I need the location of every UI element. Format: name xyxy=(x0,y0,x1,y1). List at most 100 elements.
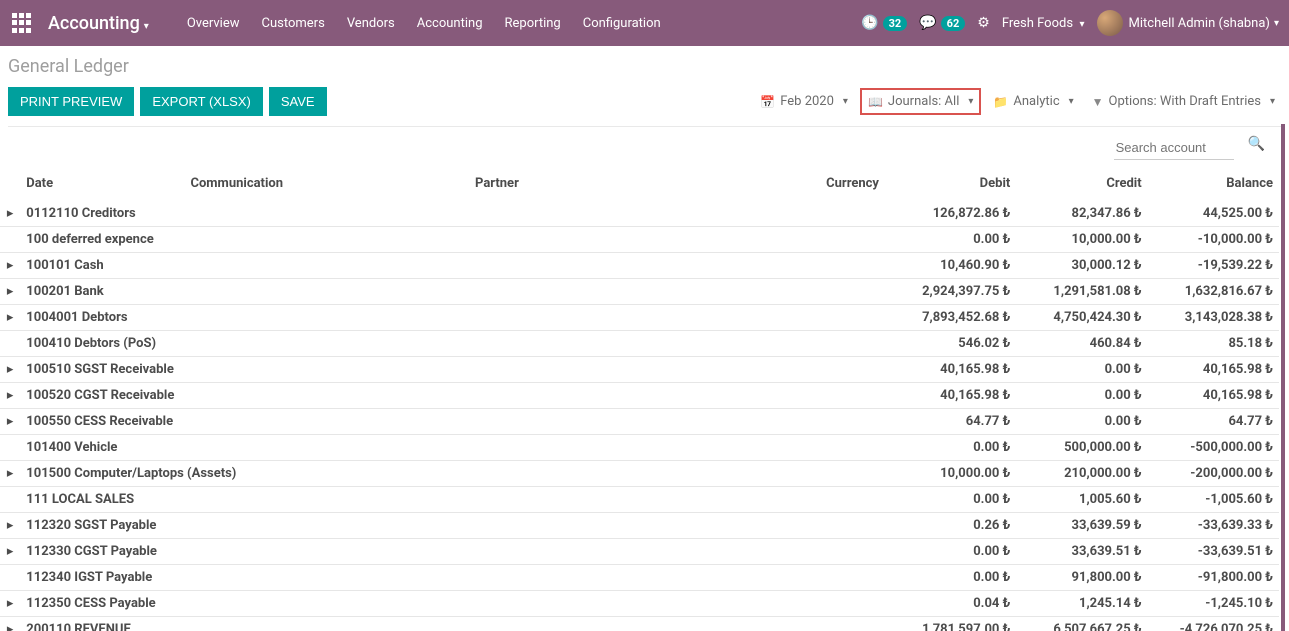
account-name: 112330 CGST Payable xyxy=(20,539,885,565)
expand-toggle[interactable]: ▸ xyxy=(0,617,20,631)
debug-icon[interactable]: ⚙ xyxy=(977,15,990,31)
account-name: 100510 SGST Receivable xyxy=(20,357,885,383)
filter-date[interactable]: 📅 Feb 2020 ▾ xyxy=(754,90,854,113)
page-title: General Ledger xyxy=(8,56,1281,83)
search-row: 🔍 xyxy=(0,124,1279,166)
cell-credit: 460.84 ₺ xyxy=(1016,331,1147,357)
table-row[interactable]: ▸100510 SGST Receivable40,165.98 ₺0.00 ₺… xyxy=(0,357,1279,383)
save-button[interactable]: SAVE xyxy=(269,87,327,116)
activity-button[interactable]: 🕒 32 xyxy=(861,15,907,31)
nav-reporting[interactable]: Reporting xyxy=(495,10,571,37)
export-xlsx-button[interactable]: EXPORT (XLSX) xyxy=(140,87,263,116)
account-name: 100201 Bank xyxy=(20,279,885,305)
search-icon[interactable]: 🔍 xyxy=(1248,136,1265,160)
print-preview-button[interactable]: PRINT PREVIEW xyxy=(8,87,134,116)
table-row[interactable]: ▸100520 CGST Receivable40,165.98 ₺0.00 ₺… xyxy=(0,383,1279,409)
filter-analytic[interactable]: 📁 Analytic ▾ xyxy=(987,90,1079,113)
cell-credit: 0.00 ₺ xyxy=(1016,383,1147,409)
cell-debit: 0.00 ₺ xyxy=(885,227,1016,253)
table-row[interactable]: ▸112350 CESS Payable0.04 ₺1,245.14 ₺-1,2… xyxy=(0,591,1279,617)
expand-toggle xyxy=(0,331,20,357)
table-row[interactable]: ▸0112110 Creditors126,872.86 ₺82,347.86 … xyxy=(0,201,1279,227)
caret-down-icon: ▾ xyxy=(1069,96,1074,107)
user-menu[interactable]: Mitchell Admin (shabna) ▾ xyxy=(1097,10,1279,36)
filter-options[interactable]: ▼ Options: With Draft Entries ▾ xyxy=(1086,90,1281,113)
nav-accounting[interactable]: Accounting xyxy=(407,10,493,37)
ledger-table: Date Communication Partner Currency Debi… xyxy=(0,166,1279,631)
cell-credit: 210,000.00 ₺ xyxy=(1016,461,1147,487)
apps-icon[interactable] xyxy=(10,11,34,35)
company-switcher[interactable]: Fresh Foods ▾ xyxy=(1002,16,1085,31)
filter-journals[interactable]: 📖 Journals: All ▾ xyxy=(860,88,981,115)
nav-overview[interactable]: Overview xyxy=(177,10,250,37)
expand-toggle[interactable]: ▸ xyxy=(0,539,20,565)
filter-icon: ▼ xyxy=(1092,95,1104,109)
caret-down-icon: ▾ xyxy=(1270,96,1275,107)
expand-toggle[interactable]: ▸ xyxy=(0,305,20,331)
table-row[interactable]: ▸200110 REVENUE1,781,597.00 ₺6,507,667.2… xyxy=(0,617,1279,631)
cell-debit: 2,924,397.75 ₺ xyxy=(885,279,1016,305)
cell-debit: 40,165.98 ₺ xyxy=(885,357,1016,383)
table-row[interactable]: ▸101500 Computer/Laptops (Assets)10,000.… xyxy=(0,461,1279,487)
cell-credit: 0.00 ₺ xyxy=(1016,409,1147,435)
expand-toggle[interactable]: ▸ xyxy=(0,513,20,539)
cell-credit: 6,507,667.25 ₺ xyxy=(1016,617,1147,631)
expand-toggle[interactable]: ▸ xyxy=(0,591,20,617)
app-title[interactable]: Accounting▾ xyxy=(48,13,157,34)
expand-toggle[interactable]: ▸ xyxy=(0,279,20,305)
col-partner: Partner xyxy=(469,166,754,201)
expand-toggle[interactable]: ▸ xyxy=(0,461,20,487)
table-row[interactable]: ▸100201 Bank2,924,397.75 ₺1,291,581.08 ₺… xyxy=(0,279,1279,305)
expand-toggle xyxy=(0,565,20,591)
table-row[interactable]: ▸100101 Cash10,460.90 ₺30,000.12 ₺-19,53… xyxy=(0,253,1279,279)
content[interactable]: 🔍 Date Communication Partner Currency De… xyxy=(0,124,1285,631)
cell-debit: 10,000.00 ₺ xyxy=(885,461,1016,487)
filters: 📅 Feb 2020 ▾ 📖 Journals: All ▾ 📁 Analyti… xyxy=(754,88,1281,115)
account-name: 112320 SGST Payable xyxy=(20,513,885,539)
expand-toggle[interactable]: ▸ xyxy=(0,409,20,435)
account-name: 100410 Debtors (PoS) xyxy=(20,331,885,357)
cell-balance: 40,165.98 ₺ xyxy=(1148,357,1279,383)
expand-toggle xyxy=(0,435,20,461)
cell-credit: 33,639.59 ₺ xyxy=(1016,513,1147,539)
cell-credit: 30,000.12 ₺ xyxy=(1016,253,1147,279)
account-name: 100 deferred expence xyxy=(20,227,885,253)
nav-configuration[interactable]: Configuration xyxy=(573,10,671,37)
col-credit: Credit xyxy=(1016,166,1147,201)
cell-credit: 4,750,424.30 ₺ xyxy=(1016,305,1147,331)
cell-balance: -200,000.00 ₺ xyxy=(1148,461,1279,487)
nav-vendors[interactable]: Vendors xyxy=(337,10,405,37)
table-row[interactable]: ▸1004001 Debtors7,893,452.68 ₺4,750,424.… xyxy=(0,305,1279,331)
table-row[interactable]: ▸112330 CGST Payable0.00 ₺33,639.51 ₺-33… xyxy=(0,539,1279,565)
cell-debit: 0.26 ₺ xyxy=(885,513,1016,539)
cell-debit: 7,893,452.68 ₺ xyxy=(885,305,1016,331)
messages-badge: 62 xyxy=(941,16,966,31)
table-row[interactable]: 112340 IGST Payable0.00 ₺91,800.00 ₺-91,… xyxy=(0,565,1279,591)
table-row[interactable]: 100410 Debtors (PoS)546.02 ₺460.84 ₺85.1… xyxy=(0,331,1279,357)
toolbar: PRINT PREVIEW EXPORT (XLSX) SAVE 📅 Feb 2… xyxy=(8,83,1281,127)
table-row[interactable]: ▸100550 CESS Receivable64.77 ₺0.00 ₺64.7… xyxy=(0,409,1279,435)
account-name: 111 LOCAL SALES xyxy=(20,487,885,513)
expand-toggle[interactable]: ▸ xyxy=(0,357,20,383)
expand-toggle[interactable]: ▸ xyxy=(0,253,20,279)
account-name: 112350 CESS Payable xyxy=(20,591,885,617)
cell-debit: 0.00 ₺ xyxy=(885,435,1016,461)
table-row[interactable]: 111 LOCAL SALES0.00 ₺1,005.60 ₺-1,005.60… xyxy=(0,487,1279,513)
col-balance: Balance xyxy=(1148,166,1279,201)
expand-toggle[interactable]: ▸ xyxy=(0,201,20,227)
cell-debit: 40,165.98 ₺ xyxy=(885,383,1016,409)
cell-debit: 0.00 ₺ xyxy=(885,565,1016,591)
cell-balance: -19,539.22 ₺ xyxy=(1148,253,1279,279)
cell-credit: 91,800.00 ₺ xyxy=(1016,565,1147,591)
nav-customers[interactable]: Customers xyxy=(252,10,335,37)
col-debit: Debit xyxy=(885,166,1016,201)
table-row[interactable]: 101400 Vehicle0.00 ₺500,000.00 ₺-500,000… xyxy=(0,435,1279,461)
nav-right: 🕒 32 💬 62 ⚙ Fresh Foods ▾ Mitchell Admin… xyxy=(861,10,1279,36)
expand-toggle[interactable]: ▸ xyxy=(0,383,20,409)
table-row[interactable]: ▸112320 SGST Payable0.26 ₺33,639.59 ₺-33… xyxy=(0,513,1279,539)
search-input[interactable] xyxy=(1114,136,1234,160)
account-name: 101400 Vehicle xyxy=(20,435,885,461)
table-row[interactable]: 100 deferred expence0.00 ₺10,000.00 ₺-10… xyxy=(0,227,1279,253)
messages-button[interactable]: 💬 62 xyxy=(919,15,965,31)
account-name: 101500 Computer/Laptops (Assets) xyxy=(20,461,885,487)
